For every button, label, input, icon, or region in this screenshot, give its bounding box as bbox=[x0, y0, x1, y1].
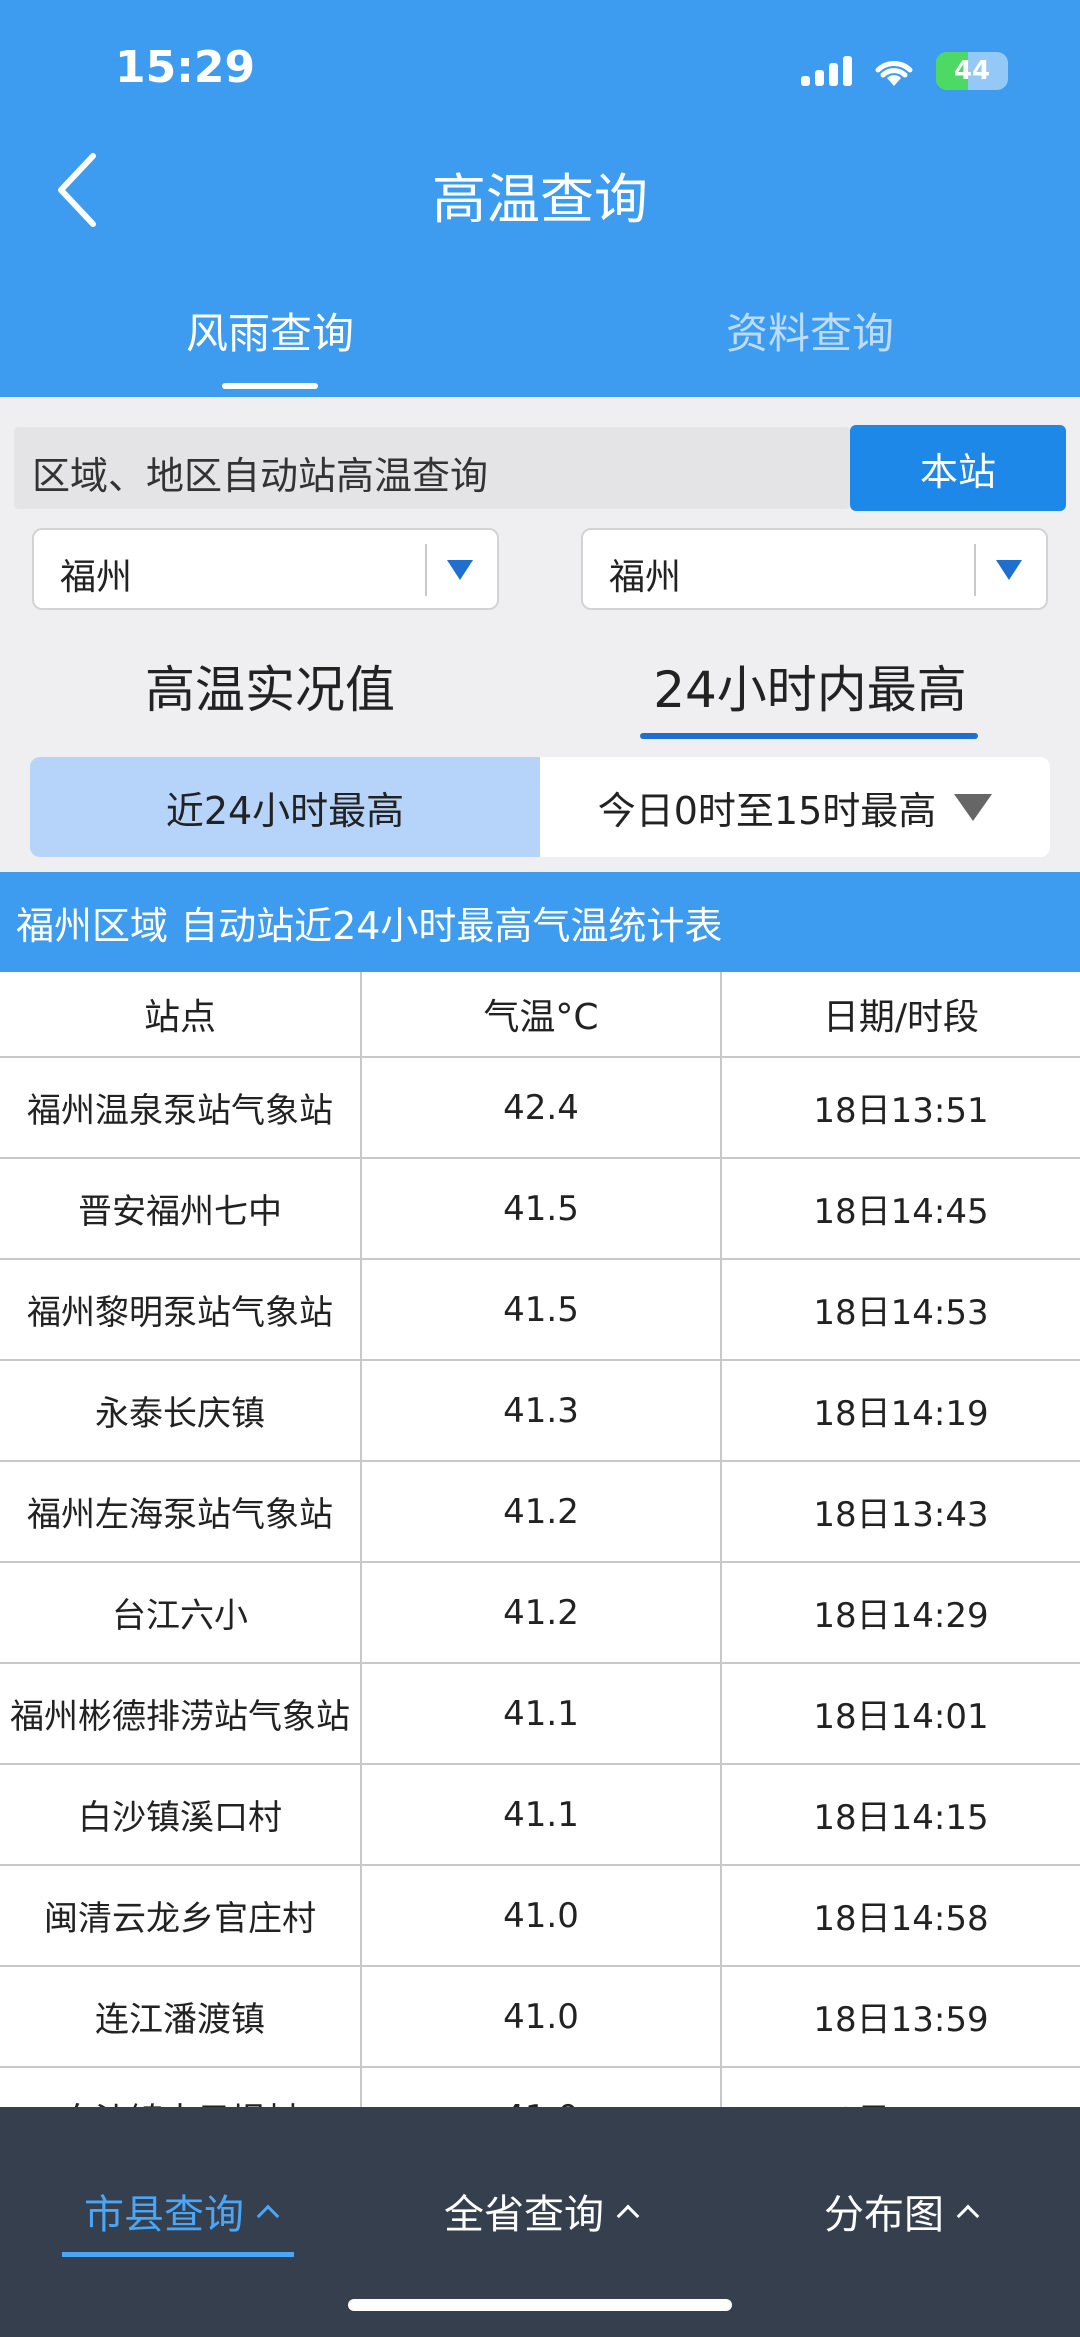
temperature-table[interactable]: 站点 气温°C 日期/时段 福州温泉泵站气象站 42.4 18日13:51 晋安福州七… bbox=[0, 972, 1080, 2107]
segment-today-max[interactable]: 今日0时至15时最高 bbox=[540, 757, 1050, 857]
caret-down-icon bbox=[954, 793, 993, 821]
battery-level: 44 bbox=[953, 56, 991, 86]
nav-distribution-map-label: 分布图 bbox=[824, 2192, 944, 2238]
region-select[interactable]: 福州 bbox=[32, 528, 499, 610]
temperature-cell: 42.4 bbox=[360, 1058, 720, 1157]
tab-wind-rain-query[interactable]: 风雨查询 bbox=[0, 300, 540, 361]
signal-icon bbox=[801, 56, 852, 86]
area-select[interactable]: 福州 bbox=[581, 528, 1048, 610]
query-label: 区域、地区自动站高温查询 bbox=[32, 454, 489, 498]
tab-data-query[interactable]: 资料查询 bbox=[540, 300, 1080, 361]
column-header-temperature: 气温°C bbox=[360, 972, 720, 1056]
station-cell: 福州彬德排涝站气象站 bbox=[10, 1697, 350, 1737]
station-cell: 福州黎明泵站气象站 bbox=[27, 1293, 333, 1333]
home-indicator bbox=[348, 2299, 732, 2311]
chevron-up-icon bbox=[616, 2204, 640, 2228]
temperature-cell: 41.1 bbox=[360, 1664, 720, 1763]
temperature-cell: 41.3 bbox=[360, 1361, 720, 1460]
region-select-value: 福州 bbox=[60, 557, 133, 598]
date-time-cell: 18日14:45 bbox=[720, 1159, 1080, 1258]
table-row[interactable]: 福州黎明泵站气象站 41.5 18日14:53 bbox=[0, 1260, 1080, 1361]
tab-24h-max[interactable]: 24小时内最高 bbox=[540, 650, 1080, 722]
table-row[interactable]: 晋安福州七中 41.5 18日14:45 bbox=[0, 1159, 1080, 1260]
chevron-up-icon bbox=[956, 2204, 980, 2228]
station-cell: 连江潘渡镇 bbox=[95, 2000, 265, 2040]
select-divider bbox=[425, 544, 427, 596]
station-cell: 福州左海泵站气象站 bbox=[27, 1495, 333, 1535]
temperature-cell: 41.0 bbox=[360, 1866, 720, 1965]
date-time-cell: 18日14:15 bbox=[720, 1765, 1080, 1864]
table-row[interactable]: 白沙镇大目埕村41.018日14:16 bbox=[0, 2068, 1080, 2107]
battery-icon: 44 bbox=[936, 52, 1008, 90]
wifi-icon bbox=[875, 61, 913, 86]
temperature-cell: 41.2 bbox=[360, 1462, 720, 1561]
table-header-row: 站点 气温°C 日期/时段 bbox=[0, 972, 1080, 1058]
dropdown-arrow-icon bbox=[996, 560, 1022, 580]
date-time-cell: 18日14:16 bbox=[720, 2068, 1080, 2107]
date-time-cell: 18日13:43 bbox=[720, 1462, 1080, 1561]
nav-province-query-label: 全省查询 bbox=[444, 2192, 604, 2238]
temperature-cell: 41.5 bbox=[360, 1260, 720, 1359]
nav-county-query[interactable]: 市县查询 bbox=[0, 2182, 360, 2240]
station-cell: 台江六小 bbox=[112, 1596, 248, 1636]
temperature-cell: 41.1 bbox=[360, 1765, 720, 1864]
table-row[interactable]: 白沙镇溪口村 41.1 18日14:15 bbox=[0, 1765, 1080, 1866]
area-select-value: 福州 bbox=[609, 557, 682, 598]
table-caption: 福州区域 自动站近24小时最高气温统计表 bbox=[0, 872, 1080, 972]
app-header: 15:29 44 高温查询 风雨查询 资料查询 bbox=[0, 0, 1080, 397]
station-cell: 永泰长庆镇 bbox=[95, 1394, 265, 1434]
temperature-cell: 41.5 bbox=[360, 1159, 720, 1258]
status-time: 15:29 bbox=[115, 42, 256, 93]
nav-active-indicator bbox=[62, 2252, 294, 2257]
this-station-button[interactable]: 本站 bbox=[850, 425, 1066, 511]
table-row[interactable]: 福州彬德排涝站气象站 41.1 18日14:01 bbox=[0, 1664, 1080, 1765]
tab-high-temp-live[interactable]: 高温实况值 bbox=[0, 650, 540, 722]
table-row[interactable]: 福州温泉泵站气象站 42.4 18日13:51 bbox=[0, 1058, 1080, 1159]
nav-county-query-label: 市县查询 bbox=[84, 2192, 244, 2238]
temperature-cell: 41.2 bbox=[360, 1563, 720, 1662]
date-time-cell: 18日14:29 bbox=[720, 1563, 1080, 1662]
date-time-cell: 18日13:51 bbox=[720, 1058, 1080, 1157]
date-time-cell: 18日14:53 bbox=[720, 1260, 1080, 1359]
station-cell: 福州温泉泵站气象站 bbox=[27, 1091, 333, 1131]
dropdown-arrow-icon bbox=[447, 560, 473, 580]
date-time-cell: 18日14:19 bbox=[720, 1361, 1080, 1460]
temperature-cell: 41.0 bbox=[360, 2068, 720, 2107]
table-row[interactable]: 永泰长庆镇 41.3 18日14:19 bbox=[0, 1361, 1080, 1462]
table-row[interactable]: 台江六小 41.2 18日14:29 bbox=[0, 1563, 1080, 1664]
table-row[interactable]: 闽清云龙乡官庄村 41.0 18日14:58 bbox=[0, 1866, 1080, 1967]
table-row[interactable]: 福州左海泵站气象站 41.2 18日13:43 bbox=[0, 1462, 1080, 1563]
select-divider bbox=[974, 544, 976, 596]
table-body: 福州温泉泵站气象站 42.4 18日13:51 晋安福州七中 41.5 18日14:45 福… bbox=[0, 1058, 1080, 2107]
nav-distribution-map[interactable]: 分布图 bbox=[720, 2182, 1080, 2240]
segment-last-24h-max[interactable]: 近24小时最高 bbox=[30, 757, 540, 857]
station-cell: 白沙镇大目埕村 bbox=[0, 2068, 360, 2107]
station-cell: 闽清云龙乡官庄村 bbox=[44, 1899, 316, 1939]
chevron-up-icon bbox=[256, 2204, 280, 2228]
date-time-cell: 18日14:58 bbox=[720, 1866, 1080, 1965]
column-header-date-time: 日期/时段 bbox=[720, 972, 1080, 1056]
station-cell: 白沙镇溪口村 bbox=[78, 1798, 282, 1838]
page-title: 高温查询 bbox=[432, 168, 648, 231]
active-tab-indicator bbox=[222, 383, 318, 389]
segment-today-max-label: 今日0时至15时最高 bbox=[597, 788, 937, 833]
status-icons: 44 bbox=[801, 52, 1008, 90]
date-time-cell: 18日13:59 bbox=[720, 1967, 1080, 2066]
segment-last-24h-max-label: 近24小时最高 bbox=[165, 788, 405, 833]
column-header-station: 站点 bbox=[143, 997, 216, 1038]
station-cell: 晋安福州七中 bbox=[78, 1192, 282, 1232]
sub-tab-indicator bbox=[640, 733, 978, 739]
nav-province-query[interactable]: 全省查询 bbox=[360, 2182, 720, 2240]
table-row[interactable]: 连江潘渡镇 41.0 18日13:59 bbox=[0, 1967, 1080, 2068]
date-time-cell: 18日14:01 bbox=[720, 1664, 1080, 1763]
temperature-cell: 41.0 bbox=[360, 1967, 720, 2066]
